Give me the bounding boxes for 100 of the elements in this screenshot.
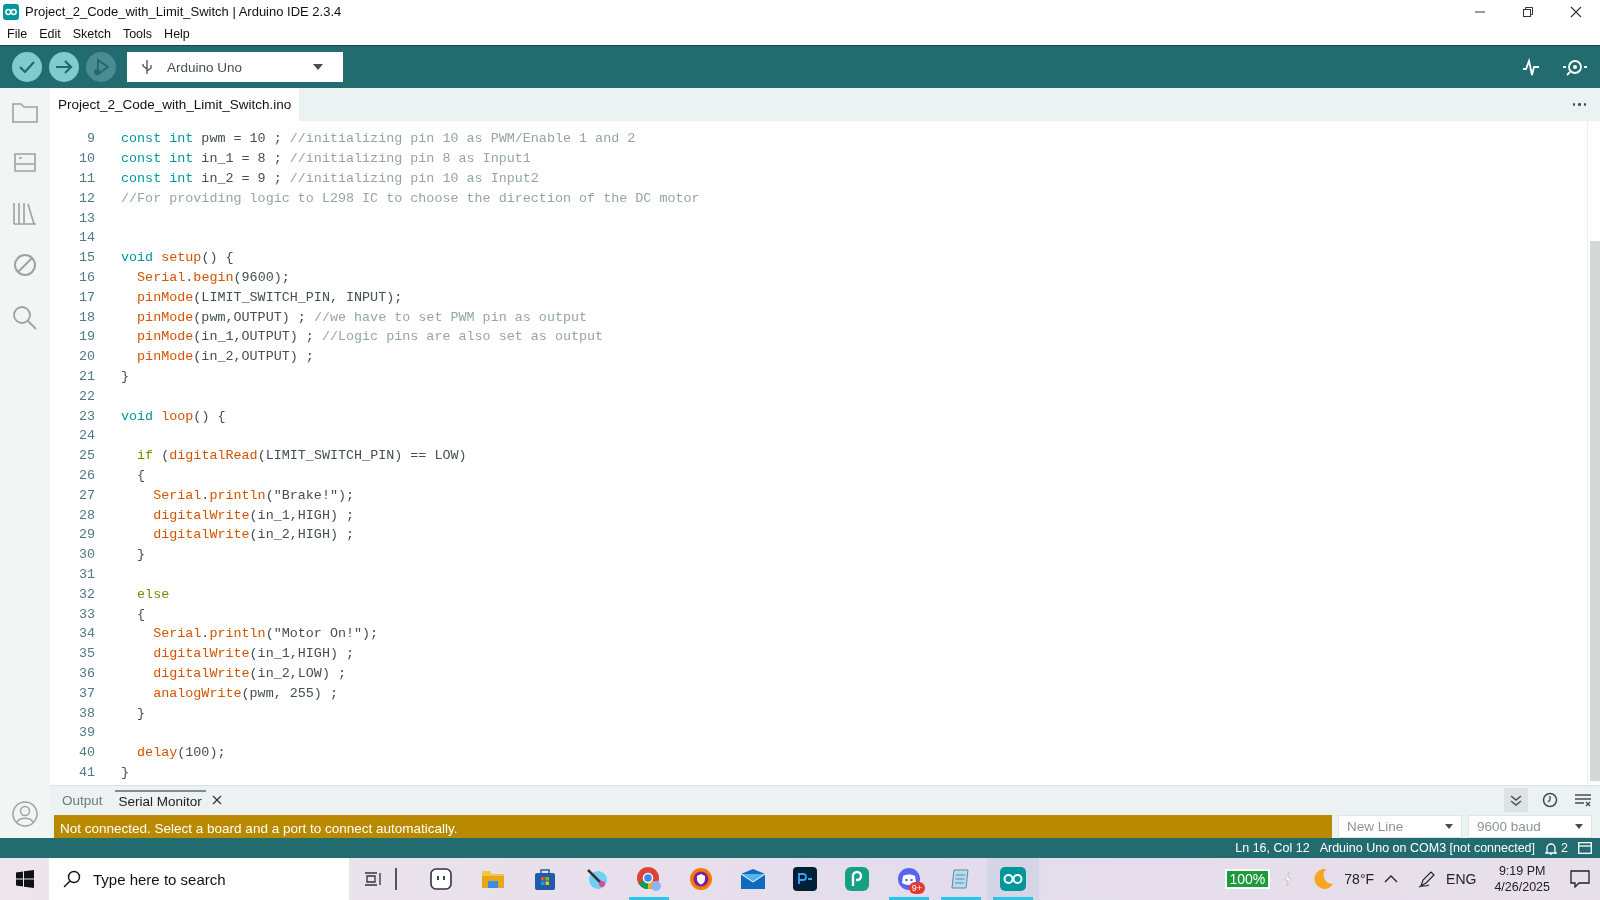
line-number: 38 xyxy=(77,705,95,721)
line-number: 12 xyxy=(77,190,95,206)
close-icon[interactable] xyxy=(1570,5,1582,18)
serial-monitor-icon[interactable] xyxy=(1562,57,1588,77)
code-line: pinMode(in_1,OUTPUT) ; //Logic pins are also set as output xyxy=(136,329,604,345)
code-line: void loop() { xyxy=(121,408,226,424)
windows-start-icon[interactable] xyxy=(16,870,34,888)
code-line: pinMode(in_2,OUTPUT) ; xyxy=(136,349,314,365)
restore-icon[interactable] xyxy=(1522,5,1534,18)
taskbar-search-field[interactable]: Type here to search xyxy=(49,858,349,900)
line-number: 26 xyxy=(77,467,95,483)
line-number: 32 xyxy=(77,586,95,602)
code-line: if (digitalRead(LIMIT_SWITCH_PIN) == LOW) xyxy=(136,448,467,464)
line-number: 14 xyxy=(77,230,95,246)
browser-icon xyxy=(636,866,662,892)
line-number: 31 xyxy=(77,566,95,582)
pen-icon[interactable] xyxy=(1418,870,1437,888)
code-line: Serial.begin(9600); xyxy=(136,269,290,285)
board-selector[interactable]: Arduino Uno xyxy=(127,52,343,82)
p-logo-icon xyxy=(845,867,869,891)
autoscroll-icon[interactable] xyxy=(1504,788,1528,813)
code-line: Serial.println("Motor On!"); xyxy=(152,626,379,642)
notification-count: 2 xyxy=(1561,841,1568,855)
line-number: 15 xyxy=(77,250,95,266)
moon-icon xyxy=(1312,868,1335,890)
window-title: Project_2_Code_with_Limit_Switch | Arduino IDE 2.3.4 xyxy=(25,4,342,19)
line-number: 30 xyxy=(77,547,95,563)
file-tab[interactable]: Project_2_Code_with_Limit_Switch.ino xyxy=(50,88,300,121)
photo-editor-icon xyxy=(793,867,817,891)
line-number: 40 xyxy=(77,745,95,761)
close-icon[interactable] xyxy=(211,795,222,806)
panel-tab[interactable]: Output xyxy=(58,790,107,810)
code-line: analogWrite(pwm, 255) ; xyxy=(152,685,338,701)
line-number: 19 xyxy=(77,329,95,345)
code-line: } xyxy=(136,705,146,721)
line-number: 10 xyxy=(77,151,95,167)
line-number: 41 xyxy=(77,764,95,780)
line-number: 25 xyxy=(77,448,95,464)
code-line: } xyxy=(121,764,130,780)
menu-item[interactable]: Edit xyxy=(39,27,61,41)
line-number: 39 xyxy=(77,725,95,741)
code-line: delay(100); xyxy=(136,745,226,761)
line-number: 28 xyxy=(77,507,95,523)
clock-time: 9:19 PM xyxy=(1498,864,1546,878)
line-number: 29 xyxy=(77,527,95,543)
language-indicator[interactable]: ENG xyxy=(1446,871,1477,887)
line-number: 35 xyxy=(77,646,95,662)
line-number: 24 xyxy=(77,428,95,444)
code-line: pinMode(LIMIT_SWITCH_PIN, INPUT); xyxy=(136,289,403,305)
line-number: 13 xyxy=(77,210,95,226)
taskbar-app[interactable]: 9+ xyxy=(883,858,935,900)
task-view-icon[interactable] xyxy=(363,870,383,888)
menu-item[interactable]: Tools xyxy=(122,27,153,41)
code-line: { xyxy=(136,606,146,622)
code-line: { xyxy=(136,467,146,483)
menu-item[interactable]: File xyxy=(7,27,28,41)
tablet-icon xyxy=(429,867,453,891)
code-line: else xyxy=(136,586,170,602)
clock-icon[interactable] xyxy=(1542,792,1558,809)
line-number: 18 xyxy=(77,309,95,325)
mail-icon xyxy=(740,868,766,890)
board-status: Arduino Uno on COM3 [not connected] xyxy=(1319,841,1536,855)
battery-indicator: 100% xyxy=(1224,869,1271,889)
panel-tab[interactable]: Serial Monitor xyxy=(114,789,206,811)
line-number: 34 xyxy=(77,626,95,642)
temperature: 78°F xyxy=(1344,871,1375,887)
shield-icon xyxy=(689,867,713,891)
line-number: 11 xyxy=(77,171,95,186)
scrollbar-thumb[interactable] xyxy=(1590,241,1600,781)
verify-button[interactable] xyxy=(12,52,42,82)
code-line: const int in_2 = 9 ; //initializing pin 10 as Input2 xyxy=(121,171,539,186)
line-number: 17 xyxy=(77,289,95,305)
code-line: } xyxy=(136,547,146,563)
notification-center-icon[interactable] xyxy=(1570,870,1590,888)
clear-output-icon[interactable] xyxy=(1574,792,1592,809)
line-number: 22 xyxy=(77,388,95,404)
code-line: const int pwm = 10 ; //initializing pin 10 as PWM/Enable 1 and 2 xyxy=(121,131,636,147)
line-number: 36 xyxy=(77,665,95,681)
code-line: digitalWrite(in_2,LOW) ; xyxy=(152,665,346,681)
panel-layout-icon[interactable] xyxy=(1578,842,1592,854)
line-number: 33 xyxy=(77,606,95,622)
line-number: 16 xyxy=(77,269,95,285)
caret-icon xyxy=(313,64,323,70)
charging-icon xyxy=(1284,872,1293,886)
folder-icon xyxy=(481,868,505,890)
serial-plotter-icon[interactable] xyxy=(1521,57,1541,77)
chevron-up-icon[interactable] xyxy=(1384,875,1399,883)
usb-icon xyxy=(141,59,153,75)
code-line: Serial.println("Brake!"); xyxy=(152,487,355,503)
code-line: pinMode(pwm,OUTPUT) ; //we have to set PWM pin as output xyxy=(136,309,588,325)
code-line: } xyxy=(121,368,130,384)
cursor-position: Ln 16, Col 12 xyxy=(1235,841,1310,855)
menu-item[interactable]: Help xyxy=(164,27,190,41)
notification-badge: 9+ xyxy=(908,882,925,894)
bell-icon[interactable] xyxy=(1545,841,1558,855)
search-icon xyxy=(63,870,81,888)
upload-button[interactable] xyxy=(49,52,79,82)
caret-icon xyxy=(1575,823,1583,829)
menu-item[interactable]: Sketch xyxy=(72,27,111,41)
line-number: 20 xyxy=(77,349,95,365)
